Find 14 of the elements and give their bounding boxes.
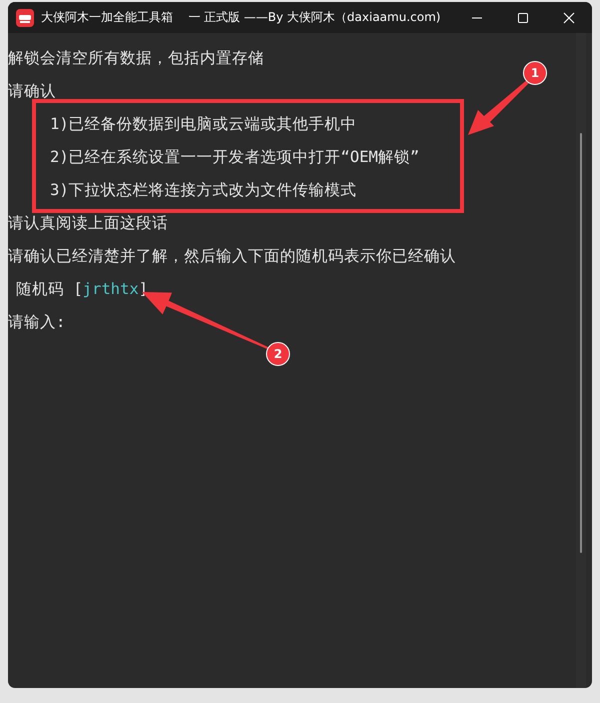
- maximize-icon: [517, 12, 529, 24]
- console-line: 2)已经在系统设置一一开发者选项中打开“OEM解锁”: [49, 147, 420, 168]
- console-line: 请输入:: [8, 312, 66, 333]
- console-line: 3)下拉状态栏将连接方式改为文件传输模式: [49, 180, 357, 201]
- app-icon: [16, 8, 34, 26]
- console-line: 1)已经备份数据到电脑或云端或其他手机中: [49, 114, 357, 135]
- console-line: 请认真阅读上面这段话: [8, 213, 168, 234]
- console-line: 请确认已经清楚并了解，然后输入下面的随机码表示你已经确认: [8, 246, 456, 267]
- console-line: 请确认: [8, 81, 56, 102]
- window-title: 大侠阿木一加全能工具箱 一 正式版 ——By 大侠阿木（daxiaamu.com): [41, 9, 442, 26]
- annotation-arrow: [468, 79, 530, 135]
- close-icon: [563, 12, 575, 24]
- console-line: 解锁会清空所有数据，包括内置存储: [8, 48, 264, 69]
- scrollbar[interactable]: [576, 33, 586, 688]
